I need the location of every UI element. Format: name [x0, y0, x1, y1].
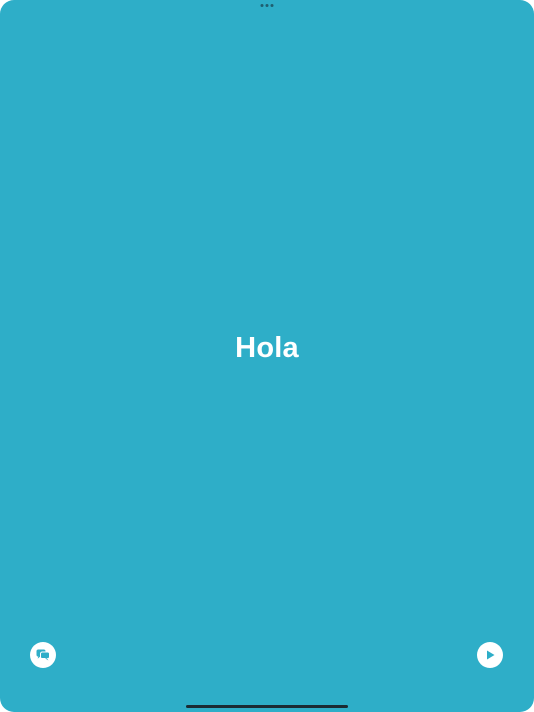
dot	[270, 4, 274, 7]
home-indicator[interactable]	[186, 705, 348, 708]
dot	[265, 4, 269, 7]
multitasking-handle[interactable]	[260, 4, 274, 7]
flashcard-word: Hola	[235, 332, 299, 364]
app-screen: Hola	[0, 0, 534, 712]
speech-bubbles-button[interactable]	[30, 642, 56, 668]
speech-bubbles-icon	[36, 649, 50, 661]
play-icon	[487, 650, 495, 660]
dot	[260, 4, 264, 7]
play-button[interactable]	[477, 642, 503, 668]
